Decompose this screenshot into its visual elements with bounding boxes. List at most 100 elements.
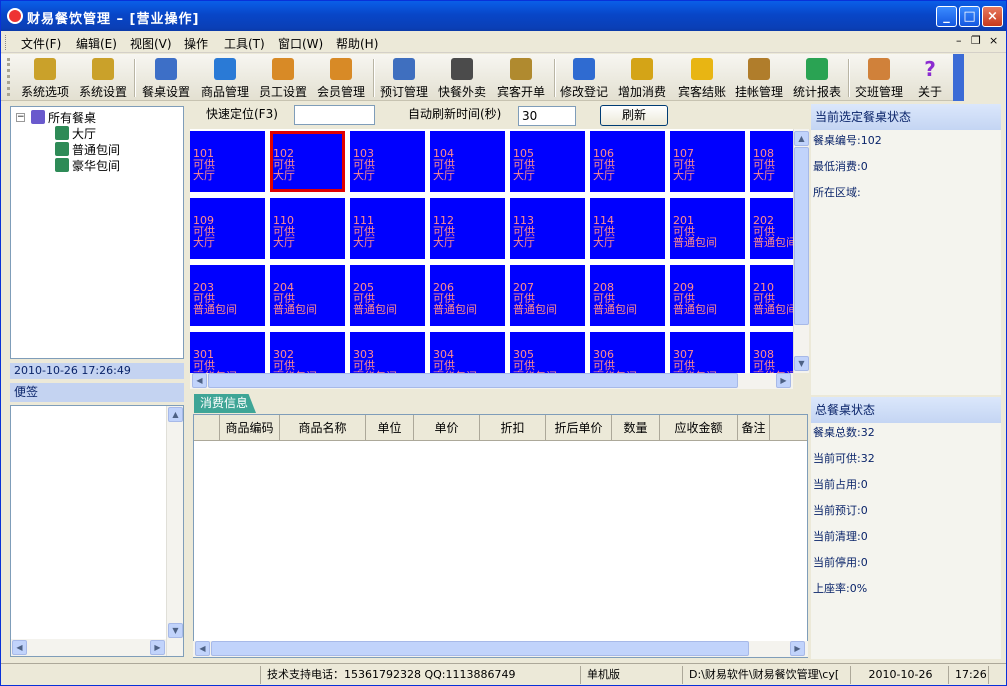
scroll-thumb[interactable] xyxy=(794,147,809,325)
scroll-thumb[interactable] xyxy=(211,641,749,656)
table-tile-103[interactable]: 103 可供 大厅 xyxy=(350,131,425,192)
auto-refresh-input[interactable] xyxy=(518,106,576,126)
toolbar-button-4[interactable]: 商品管理 xyxy=(199,56,251,100)
tab-consume-info[interactable]: 消费信息 xyxy=(194,394,256,413)
maximize-button[interactable]: □ xyxy=(959,6,980,27)
table-tile-206[interactable]: 206 可供 普通包间 xyxy=(430,265,505,326)
table-tile-306[interactable]: 306可供豪华包间 xyxy=(590,332,665,373)
scroll-right-icon[interactable]: ▶ xyxy=(790,641,805,656)
mdi-close-button[interactable]: × xyxy=(989,34,998,47)
menu-help[interactable]: 帮助(H) xyxy=(336,35,378,52)
mdi-minimize-button[interactable]: – xyxy=(956,34,962,47)
toolbar-button-14[interactable]: 统计报表 xyxy=(791,56,843,100)
table-tile-308[interactable]: 308可供豪华包间 xyxy=(750,332,793,373)
scroll-left-icon[interactable]: ◀ xyxy=(12,640,27,655)
scroll-right-icon[interactable]: ▶ xyxy=(776,373,791,388)
scroll-down-icon[interactable]: ▼ xyxy=(168,623,183,638)
scroll-down-icon[interactable]: ▼ xyxy=(794,356,809,371)
toolbar-button-2[interactable]: 系统设置 xyxy=(77,56,129,100)
column-header[interactable]: 备注 xyxy=(738,415,770,441)
table-tile-113[interactable]: 113 可供 大厅 xyxy=(510,198,585,259)
table-tile-207[interactable]: 207 可供 普通包间 xyxy=(510,265,585,326)
notes-scrollbar[interactable]: ▲ ▼ xyxy=(166,406,183,656)
menu-operate[interactable]: 操作 xyxy=(184,35,208,52)
menu-file[interactable]: 文件(F) xyxy=(21,35,61,52)
toolbar-button-8[interactable]: 快餐外卖 xyxy=(436,56,488,100)
title-bar[interactable]: 财易餐饮管理 – [营业操作] _ □ × xyxy=(1,1,1006,31)
table-tile-304[interactable]: 304可供豪华包间 xyxy=(430,332,505,373)
toolbar-button-1[interactable]: 系统选项 xyxy=(19,56,71,100)
minimize-button[interactable]: _ xyxy=(936,6,957,27)
table-tile-210[interactable]: 210 可供 普通包间 xyxy=(750,265,793,326)
consume-table-hscrollbar[interactable]: ◀ ▶ xyxy=(193,641,808,657)
table-tile-302[interactable]: 302可供豪华包间 xyxy=(270,332,345,373)
table-tile-205[interactable]: 205 可供 普通包间 xyxy=(350,265,425,326)
table-tile-201[interactable]: 201 可供 普通包间 xyxy=(670,198,745,259)
column-header[interactable]: 折后单价 xyxy=(546,415,612,441)
notes-area[interactable]: ▲ ▼ ◀ ▶ xyxy=(10,405,184,657)
table-tile-101[interactable]: 101 可供 大厅 xyxy=(190,131,265,192)
toolbar-button-15[interactable]: 交班管理 xyxy=(853,56,905,100)
column-header[interactable]: 单价 xyxy=(414,415,480,441)
toolbar-button-3[interactable]: 餐桌设置 xyxy=(140,56,192,100)
tree-node-hall[interactable]: 大厅 xyxy=(55,125,96,142)
toolbar-button-6[interactable]: 会员管理 xyxy=(315,56,367,100)
table-tile-204[interactable]: 204 可供 普通包间 xyxy=(270,265,345,326)
table-tile-209[interactable]: 209 可供 普通包间 xyxy=(670,265,745,326)
menu-edit[interactable]: 编辑(E) xyxy=(76,35,117,52)
column-header[interactable]: 应收金额 xyxy=(660,415,738,441)
table-tile-106[interactable]: 106 可供 大厅 xyxy=(590,131,665,192)
table-grid-vscrollbar[interactable]: ▲ ▼ xyxy=(793,129,809,373)
table-tile-107[interactable]: 107 可供 大厅 xyxy=(670,131,745,192)
close-button[interactable]: × xyxy=(982,6,1003,27)
column-header[interactable]: 商品编码 xyxy=(220,415,280,441)
column-header[interactable]: 数量 xyxy=(612,415,660,441)
refresh-button[interactable]: 刷新 xyxy=(600,105,668,126)
quick-locate-input[interactable] xyxy=(294,105,375,125)
table-tile-305[interactable]: 305可供豪华包间 xyxy=(510,332,585,373)
column-header[interactable]: 商品名称 xyxy=(280,415,366,441)
table-grid-hscrollbar[interactable]: ◀ ▶ xyxy=(190,373,793,389)
tree-collapse-icon[interactable]: − xyxy=(16,113,25,122)
table-tile-105[interactable]: 105 可供 大厅 xyxy=(510,131,585,192)
table-tile-203[interactable]: 203 可供 普通包间 xyxy=(190,265,265,326)
table-tile-208[interactable]: 208 可供 普通包间 xyxy=(590,265,665,326)
menu-tools[interactable]: 工具(T) xyxy=(224,35,265,52)
scroll-right-icon[interactable]: ▶ xyxy=(150,640,165,655)
toolbar-button-11[interactable]: 增加消费 xyxy=(616,56,668,100)
toolbar-button-13[interactable]: 挂帐管理 xyxy=(733,56,785,100)
table-tile-108[interactable]: 108 可供 大厅 xyxy=(750,131,793,192)
toolbar-button-16[interactable]: ? 关于 xyxy=(914,56,946,100)
tree-node-luxury-room[interactable]: 豪华包间 xyxy=(55,157,120,174)
table-tile-110[interactable]: 110 可供 大厅 xyxy=(270,198,345,259)
table-tile-307[interactable]: 307可供豪华包间 xyxy=(670,332,745,373)
scroll-left-icon[interactable]: ◀ xyxy=(192,373,207,388)
table-tile-109[interactable]: 109 可供 大厅 xyxy=(190,198,265,259)
notes-hscrollbar[interactable]: ◀ ▶ xyxy=(11,639,166,656)
toolbar-button-7[interactable]: 预订管理 xyxy=(378,56,430,100)
table-tile-104[interactable]: 104 可供 大厅 xyxy=(430,131,505,192)
table-tile-303[interactable]: 303可供豪华包间 xyxy=(350,332,425,373)
scroll-up-icon[interactable]: ▲ xyxy=(168,407,183,422)
table-tile-112[interactable]: 112 可供 大厅 xyxy=(430,198,505,259)
toolbar-button-9[interactable]: 宾客开单 xyxy=(495,56,547,100)
table-tile-301[interactable]: 301可供豪华包间 xyxy=(190,332,265,373)
toolbar-button-5[interactable]: 员工设置 xyxy=(257,56,309,100)
toolbar-button-12[interactable]: 宾客结账 xyxy=(676,56,728,100)
scroll-up-icon[interactable]: ▲ xyxy=(794,131,809,146)
scroll-left-icon[interactable]: ◀ xyxy=(195,641,210,656)
scroll-thumb[interactable] xyxy=(208,373,738,388)
table-tile-114[interactable]: 114 可供 大厅 xyxy=(590,198,665,259)
toolbar-overflow-chevron[interactable] xyxy=(953,54,964,101)
table-tile-202[interactable]: 202 可供 普通包间 xyxy=(750,198,793,259)
table-tile-102[interactable]: 102 可供 大厅 xyxy=(270,131,345,192)
toolbar-button-10[interactable]: 修改登记 xyxy=(558,56,610,100)
table-tile-111[interactable]: 111 可供 大厅 xyxy=(350,198,425,259)
tree-node-private-room[interactable]: 普通包间 xyxy=(55,141,120,158)
column-header[interactable]: 单位 xyxy=(366,415,414,441)
mdi-restore-button[interactable]: ❐ xyxy=(971,34,981,47)
menu-window[interactable]: 窗口(W) xyxy=(278,35,323,52)
column-header[interactable]: 折扣 xyxy=(480,415,546,441)
tree-node-root[interactable]: 所有餐桌 xyxy=(31,109,96,126)
menu-view[interactable]: 视图(V) xyxy=(130,35,172,52)
